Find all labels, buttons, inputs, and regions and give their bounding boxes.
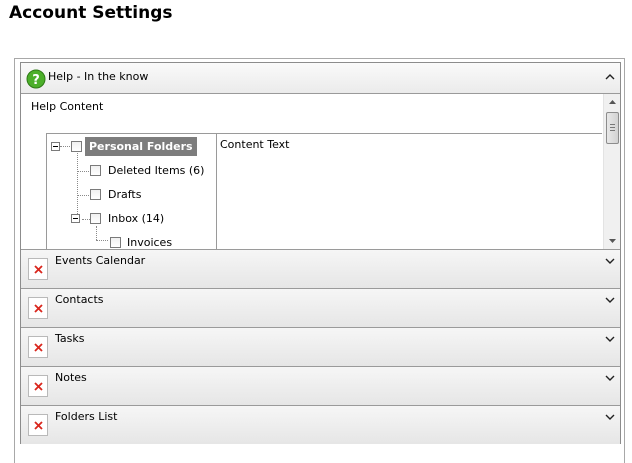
page-title: Account Settings <box>9 3 173 23</box>
pane-title-tasks: Tasks <box>55 332 85 345</box>
chevron-down-icon[interactable] <box>605 295 615 305</box>
content-text: Content Text <box>220 138 290 151</box>
scroll-down-arrow-icon[interactable] <box>608 237 617 245</box>
help-content-area: Help Content Personal Folders Deleted It… <box>21 94 620 249</box>
pane-header-events-calendar[interactable]: Events Calendar <box>21 249 620 288</box>
tree-node-label: Drafts <box>108 188 142 201</box>
tree-checkbox[interactable] <box>110 237 121 248</box>
pane-header-notes[interactable]: Notes <box>21 366 620 405</box>
pane-title-contacts: Contacts <box>55 293 104 306</box>
broken-image-icon <box>28 258 48 280</box>
tree-node-label: Inbox (14) <box>108 212 165 225</box>
tree-node-deleted-items[interactable]: Deleted Items (6) <box>47 161 215 179</box>
vertical-scrollbar[interactable] <box>603 94 620 249</box>
help-content-label: Help Content <box>31 100 104 113</box>
pane-title-folders-list: Folders List <box>55 410 118 423</box>
scroll-grip <box>610 127 615 128</box>
chevron-down-icon[interactable] <box>605 334 615 344</box>
chevron-up-icon[interactable] <box>605 72 615 82</box>
scroll-grip <box>610 130 615 131</box>
chevron-down-icon[interactable] <box>605 373 615 383</box>
tree-node-personal-folders[interactable]: Personal Folders <box>47 137 215 156</box>
panel-bar: ? Help - In the know Help Content Person… <box>20 62 621 444</box>
collapse-icon[interactable] <box>71 214 80 223</box>
pane-header-help[interactable]: ? Help - In the know <box>21 63 620 94</box>
tree-node-label: Deleted Items (6) <box>108 164 205 177</box>
tree-checkbox[interactable] <box>90 213 101 224</box>
help-icon: ? <box>26 69 46 89</box>
scroll-grip <box>610 124 615 125</box>
chevron-down-icon[interactable] <box>605 412 615 422</box>
tree-node-drafts[interactable]: Drafts <box>47 185 215 203</box>
pane-header-folders-list[interactable]: Folders List <box>21 405 620 444</box>
pane-header-contacts[interactable]: Contacts <box>21 288 620 327</box>
broken-image-icon <box>28 297 48 319</box>
scroll-thumb[interactable] <box>606 112 619 144</box>
broken-image-icon <box>28 336 48 358</box>
tree-checkbox[interactable] <box>90 165 101 176</box>
tree-node-label: Personal Folders <box>85 137 197 156</box>
pane-title-notes: Notes <box>55 371 87 384</box>
svg-text:?: ? <box>32 73 40 88</box>
pane-title-events-calendar: Events Calendar <box>55 254 146 267</box>
scroll-up-arrow-icon[interactable] <box>608 98 617 106</box>
collapse-icon[interactable] <box>51 142 60 151</box>
broken-image-icon <box>28 375 48 397</box>
content-text-panel: Content Text <box>216 133 602 249</box>
pane-header-tasks[interactable]: Tasks <box>21 327 620 366</box>
folder-tree: Personal Folders Deleted Items (6) Draft… <box>46 133 217 249</box>
broken-image-icon <box>28 414 48 436</box>
tree-node-invoices[interactable]: Invoices <box>47 233 215 249</box>
tree-checkbox[interactable] <box>71 141 82 152</box>
chevron-down-icon[interactable] <box>605 256 615 266</box>
tree-node-label: Invoices <box>127 236 173 249</box>
tree-node-inbox[interactable]: Inbox (14) <box>47 209 215 227</box>
tree-checkbox[interactable] <box>90 189 101 200</box>
pane-title-help: Help - In the know <box>48 70 149 83</box>
